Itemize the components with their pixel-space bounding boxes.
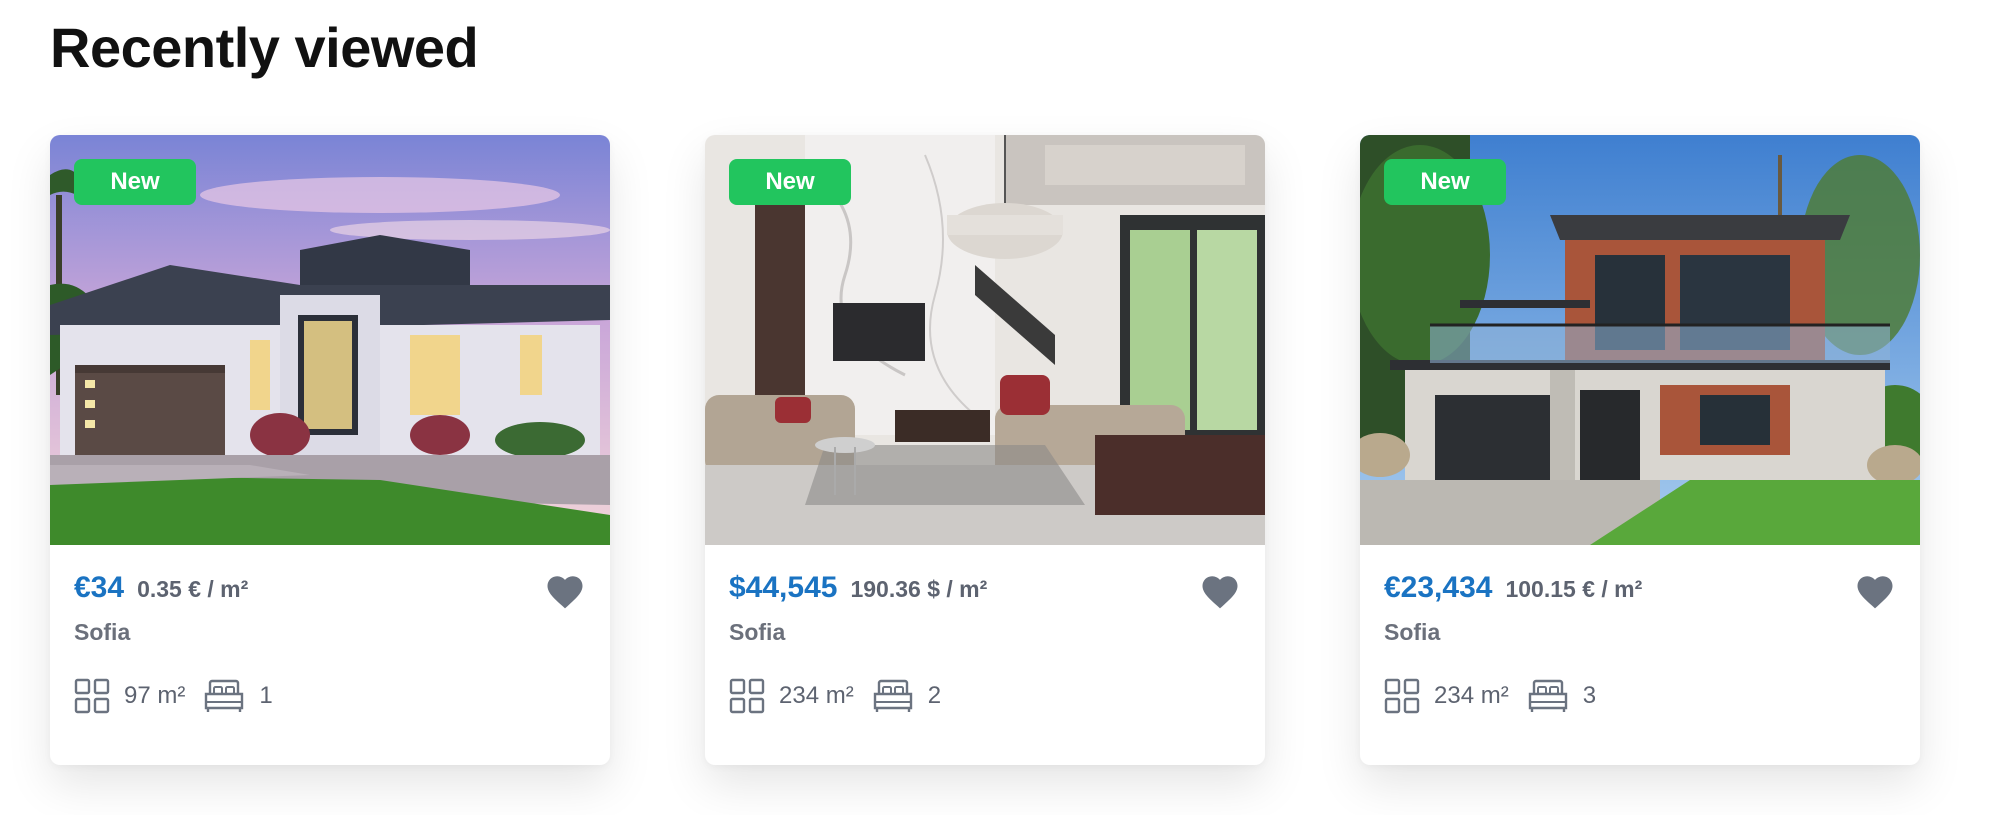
area-feature: 97 m² [74, 678, 185, 714]
listing-card[interactable]: New €34 0.35 € / m² Sofia 97 m² 1 [50, 135, 610, 765]
new-badge: New [1384, 159, 1506, 205]
section-title: Recently viewed [50, 16, 479, 79]
grid-squares-icon [729, 678, 765, 714]
listing-photo[interactable]: New [1360, 135, 1920, 545]
new-badge: New [729, 159, 851, 205]
listing-photo[interactable]: New [50, 135, 610, 545]
bed-icon [873, 679, 912, 712]
rooms-value: 3 [1582, 682, 1597, 709]
heart-icon[interactable] [1199, 571, 1241, 613]
listing-info: $44,545 190.36 $ / m² Sofia 234 m² 2 [705, 545, 1265, 714]
new-badge: New [74, 159, 196, 205]
rooms-feature: 3 [1527, 678, 1596, 714]
price-row: €34 0.35 € / m² [74, 571, 586, 611]
listing-features: 234 m² 2 [729, 678, 1241, 714]
bed-icon [1528, 679, 1567, 712]
price-per-m2: 100.15 € / m² [1505, 576, 1643, 602]
rooms-value: 2 [927, 682, 942, 709]
price-per-m2: 0.35 € / m² [137, 576, 249, 602]
listing-price: $44,545 [729, 571, 838, 604]
bed-icon [205, 679, 244, 712]
area-feature: 234 m² [729, 678, 854, 714]
listing-cards: New €34 0.35 € / m² Sofia 97 m² 1 New $4… [50, 135, 1920, 765]
heart-icon[interactable] [544, 571, 586, 613]
listing-city: Sofia [74, 619, 131, 645]
listing-card[interactable]: New €23,434 100.15 € / m² Sofia 234 m² 3 [1360, 135, 1920, 765]
listing-card[interactable]: New $44,545 190.36 $ / m² Sofia 234 m² 2 [705, 135, 1265, 765]
heart-icon[interactable] [1854, 571, 1896, 613]
listing-features: 234 m² 3 [1384, 678, 1896, 714]
listing-info: €23,434 100.15 € / m² Sofia 234 m² 3 [1360, 545, 1920, 714]
listing-info: €34 0.35 € / m² Sofia 97 m² 1 [50, 545, 610, 714]
area-value: 97 m² [124, 682, 186, 709]
area-value: 234 m² [1434, 682, 1509, 709]
grid-squares-icon [74, 678, 110, 714]
price-row: $44,545 190.36 $ / m² [729, 571, 1241, 611]
listing-price: €23,434 [1384, 571, 1493, 604]
listing-features: 97 m² 1 [74, 678, 586, 714]
grid-squares-icon [1384, 678, 1420, 714]
price-per-m2: 190.36 $ / m² [850, 576, 988, 602]
listing-price: €34 [74, 571, 125, 604]
rooms-feature: 2 [872, 678, 941, 714]
page: Recently viewed New €34 0.35 € / m² Sofi… [0, 0, 1999, 815]
price-row: €23,434 100.15 € / m² [1384, 571, 1896, 611]
listing-photo[interactable]: New [705, 135, 1265, 545]
area-value: 234 m² [779, 682, 854, 709]
listing-city: Sofia [729, 619, 786, 645]
listing-city: Sofia [1384, 619, 1441, 645]
area-feature: 234 m² [1384, 678, 1509, 714]
rooms-value: 1 [259, 682, 273, 709]
rooms-feature: 1 [203, 678, 273, 714]
